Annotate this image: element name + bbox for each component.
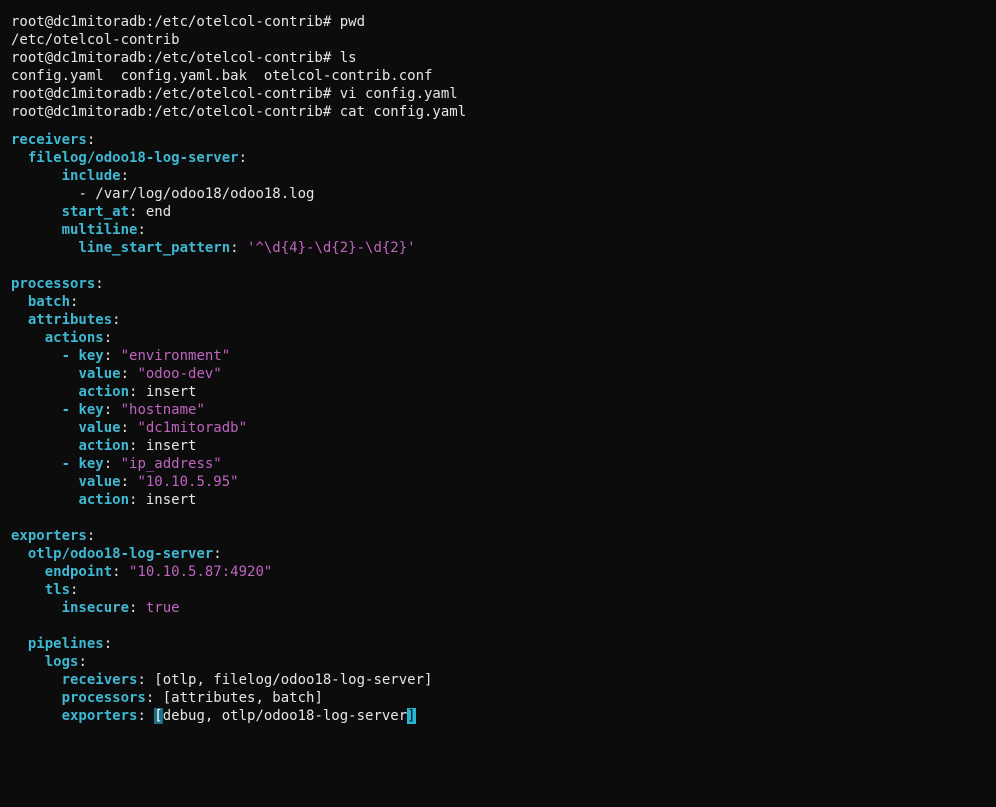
yaml-line: exporters: [debug, otlp/odoo18-log-serve… (61, 708, 416, 724)
yaml-line: include: (61, 168, 130, 184)
yaml-line: pipelines: (27, 636, 113, 652)
yaml-line: value: "dc1mitoradb" (78, 420, 248, 436)
yaml-key: exporters (61, 708, 138, 724)
yaml-key: endpoint (44, 564, 113, 580)
yaml-bool: true (145, 600, 180, 616)
yaml-key: value (78, 420, 121, 436)
yaml-line: insecure: true (61, 600, 180, 616)
yaml-key: otlp/odoo18-log-server (27, 546, 214, 562)
yaml-key: receivers (61, 672, 138, 688)
yaml-value: end (145, 204, 172, 220)
yaml-key: receivers (11, 132, 87, 148)
yaml-key: processors (61, 690, 146, 706)
yaml-line: filelog/odoo18-log-server: (27, 150, 248, 166)
yaml-line: action: insert (78, 492, 197, 508)
yaml-line: value: "10.10.5.95" (78, 474, 239, 490)
yaml-line: attributes: (27, 312, 121, 328)
yaml-line: processors: (11, 276, 104, 292)
yaml-line: otlp/odoo18-log-server: (27, 546, 222, 562)
shell-line: root@dc1mitoradb:/etc/otelcol-contrib# c… (11, 104, 467, 120)
terminal-window[interactable]: root@dc1mitoradb:/etc/otelcol-contrib# p… (0, 0, 996, 807)
yaml-line: - key: "environment" (61, 348, 231, 364)
yaml-key: action (78, 438, 130, 454)
yaml-line: receivers: (11, 132, 96, 148)
yaml-string: "10.10.5.95" (137, 474, 239, 490)
yaml-key: pipelines (27, 636, 104, 652)
yaml-key: filelog/odoo18-log-server (27, 150, 239, 166)
yaml-value: debug, otlp/odoo18-log-server (162, 708, 408, 724)
yaml-key: value (78, 474, 121, 490)
yaml-key: include (61, 168, 121, 184)
shell-line: config.yaml config.yaml.bak otelcol-cont… (11, 68, 433, 84)
yaml-line: receivers: [otlp, filelog/odoo18-log-ser… (61, 672, 433, 688)
yaml-key: logs (44, 654, 79, 670)
yaml-key: action (78, 384, 130, 400)
yaml-value: insert (145, 438, 197, 454)
shell-line: /etc/otelcol-contrib (11, 32, 180, 48)
yaml-key: insecure (61, 600, 130, 616)
yaml-value: [otlp, filelog/odoo18-log-server] (154, 672, 433, 688)
yaml-string: "ip_address" (120, 456, 222, 472)
yaml-value: insert (145, 384, 197, 400)
yaml-key: start_at (61, 204, 130, 220)
yaml-key: actions (44, 330, 104, 346)
yaml-string: "odoo-dev" (137, 366, 222, 382)
yaml-key: batch (27, 294, 71, 310)
yaml-line: action: insert (78, 438, 197, 454)
yaml-string: "environment" (120, 348, 231, 364)
yaml-string: "10.10.5.87:4920" (129, 564, 273, 580)
yaml-key: attributes (27, 312, 113, 328)
shell-line: root@dc1mitoradb:/etc/otelcol-contrib# p… (11, 14, 366, 30)
yaml-line: - key: "ip_address" (61, 456, 222, 472)
yaml-key: value (78, 366, 121, 382)
yaml-line: endpoint: "10.10.5.87:4920" (44, 564, 273, 580)
yaml-line: value: "odoo-dev" (78, 366, 222, 382)
yaml-key: action (78, 492, 130, 508)
yaml-line: batch: (27, 294, 79, 310)
yaml-line: processors: [attributes, batch] (61, 690, 323, 706)
yaml-key: processors (11, 276, 96, 292)
yaml-line: tls: (44, 582, 79, 598)
yaml-key: exporters (11, 528, 87, 544)
yaml-line: logs: (44, 654, 87, 670)
shell-line: root@dc1mitoradb:/etc/otelcol-contrib# l… (11, 50, 357, 66)
yaml-value: - /var/log/odoo18/odoo18.log (78, 186, 315, 202)
yaml-line: line_start_pattern: '^\d{4}-\d{2}-\d{2}' (78, 240, 416, 256)
yaml-key: multiline (61, 222, 138, 238)
yaml-value: insert (145, 492, 197, 508)
yaml-string: "hostname" (120, 402, 205, 418)
yaml-string: '^\d{4}-\d{2}-\d{2}' (247, 240, 416, 256)
yaml-line: start_at: end (61, 204, 172, 220)
yaml-string: "dc1mitoradb" (137, 420, 248, 436)
yaml-line: - key: "hostname" (61, 402, 205, 418)
text-cursor[interactable]: ] (407, 708, 416, 724)
yaml-value: [attributes, batch] (162, 690, 323, 706)
yaml-key: line_start_pattern (78, 240, 231, 256)
yaml-key: key (78, 402, 104, 418)
yaml-line: action: insert (78, 384, 197, 400)
yaml-key: key (78, 348, 104, 364)
shell-line: root@dc1mitoradb:/etc/otelcol-contrib# v… (11, 86, 458, 102)
matching-bracket-highlight: [ (154, 708, 163, 724)
yaml-key: key (78, 456, 104, 472)
yaml-key: tls (44, 582, 71, 598)
yaml-line: multiline: (61, 222, 146, 238)
yaml-line: - /var/log/odoo18/odoo18.log (11, 185, 314, 203)
yaml-line: actions: (44, 330, 113, 346)
yaml-line: exporters: (11, 528, 96, 544)
